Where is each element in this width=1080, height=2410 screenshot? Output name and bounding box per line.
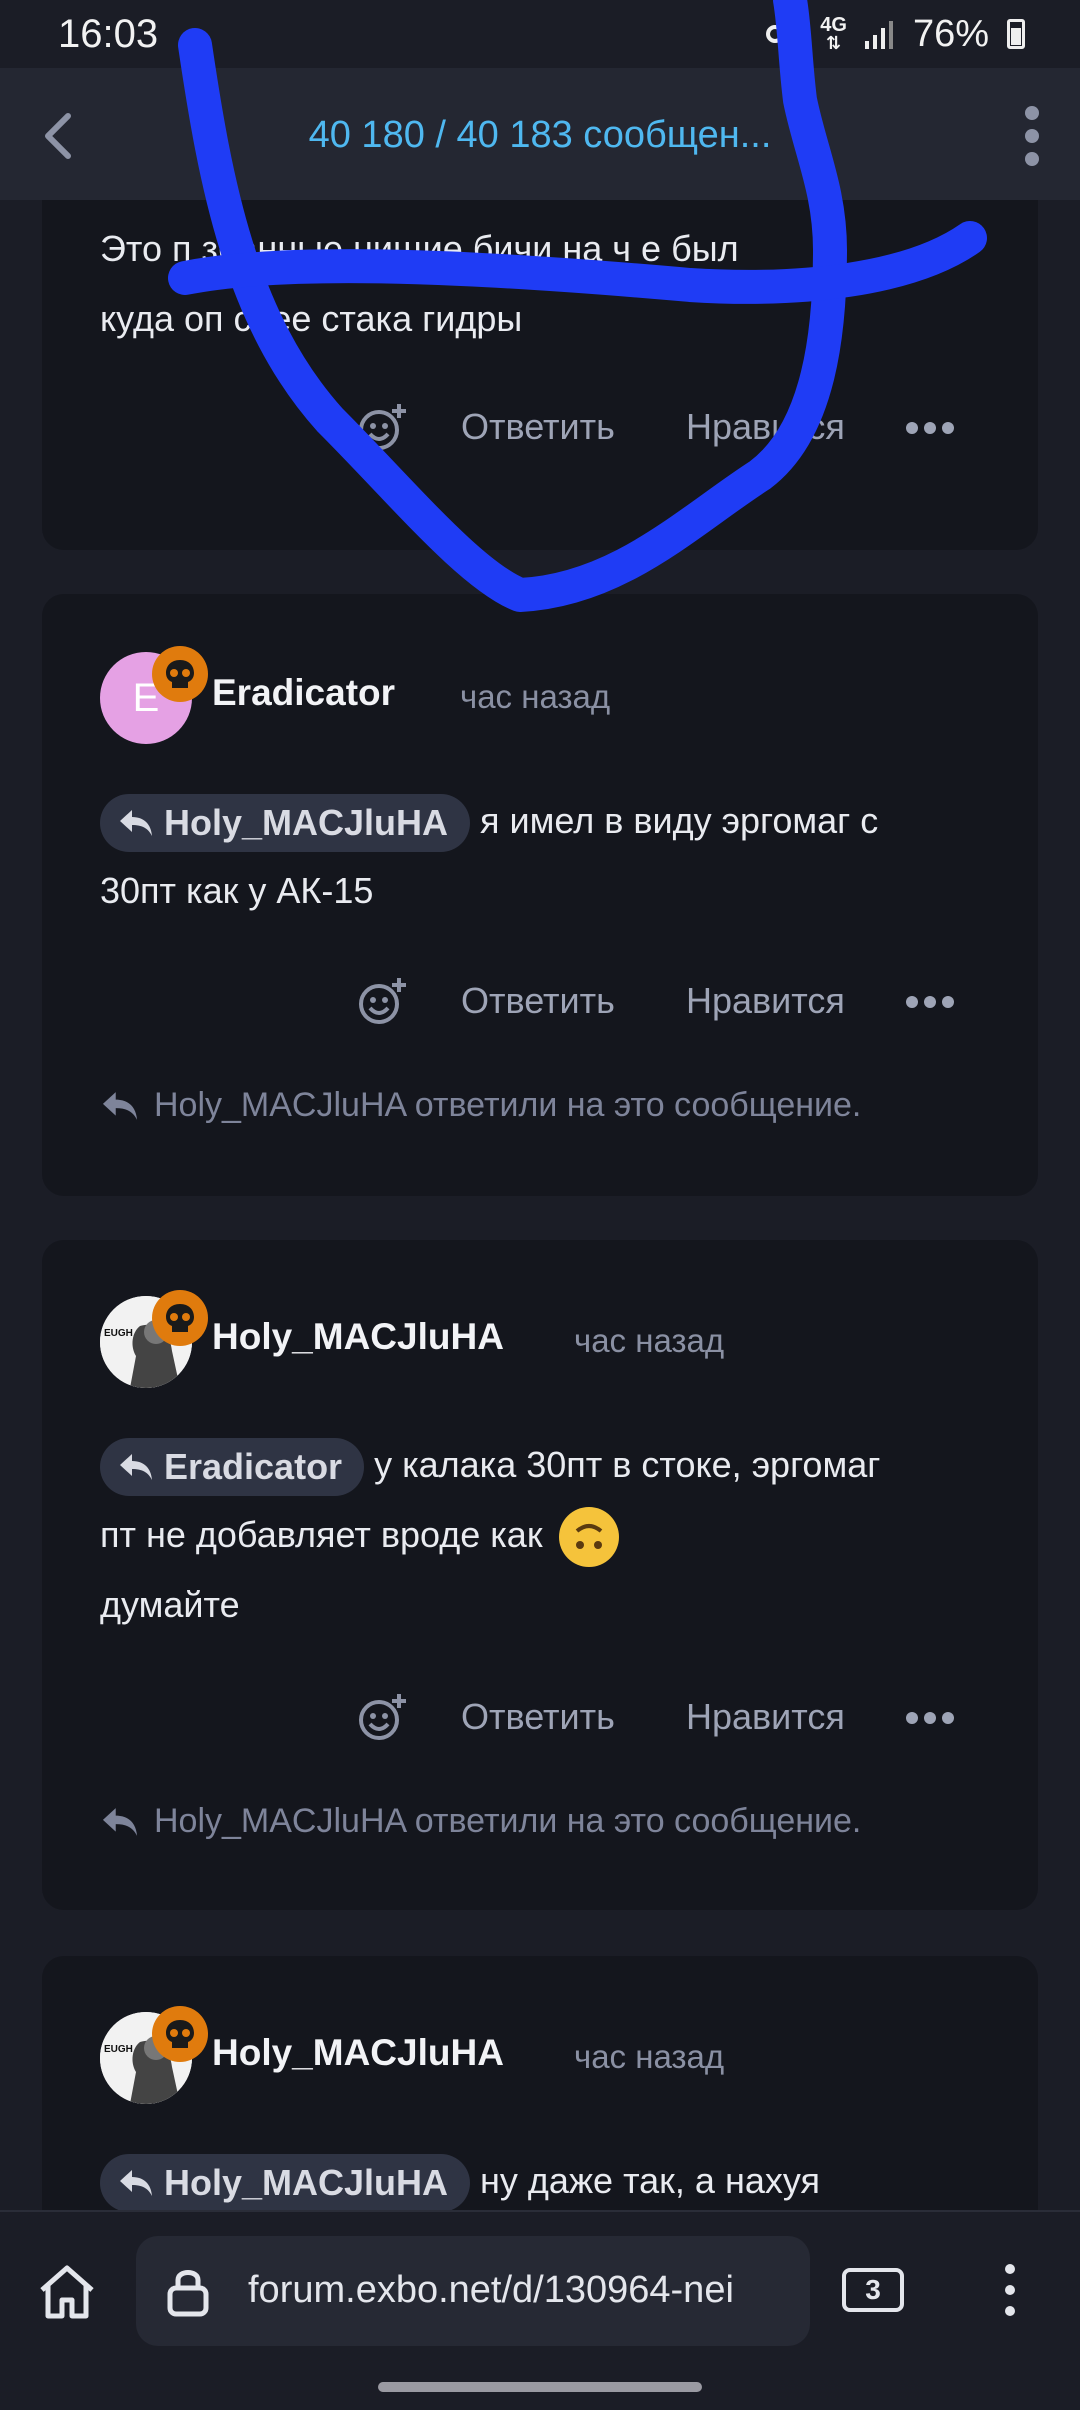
reply-mention[interactable]: Holy_MACJluHA <box>100 794 471 853</box>
replied-notice[interactable]: Holy_MACJluHA ответили на это сообщение. <box>100 1086 861 1125</box>
post-actions: Ответить Нравится <box>42 1688 1038 1748</box>
skull-badge-icon <box>152 1290 208 1346</box>
post-actions: Ответить Нравится <box>42 398 1038 458</box>
top-app-bar: 40 180 / 40 183 сообщен... <box>0 68 1080 200</box>
post-more-button[interactable] <box>906 1712 954 1724</box>
post-body: Eradicator у калака 30пт в стоке, эргома… <box>100 1430 998 1640</box>
add-reaction-icon[interactable] <box>357 402 409 454</box>
more-options-button[interactable] <box>1020 106 1044 166</box>
post-header: EUGH Holy_MACJluHA час назад <box>100 1290 1000 1388</box>
like-button[interactable]: Нравится <box>686 406 845 448</box>
post-card: Это п збанные нищие бичи на ч е был куда… <box>42 200 1038 550</box>
reply-arrow-icon <box>120 2170 152 2197</box>
post-time[interactable]: час назад <box>460 678 610 716</box>
reply-button[interactable]: Ответить <box>461 1696 615 1738</box>
home-icon[interactable] <box>36 2260 98 2322</box>
svg-text:EUGH: EUGH <box>104 2044 133 2055</box>
post-card: E Eradicator час назад Holy_MACJluHA я и… <box>42 594 1038 1196</box>
dot-icon <box>1025 106 1039 120</box>
username[interactable]: Holy_MACJluHA <box>212 1316 504 1358</box>
dot-icon <box>1025 152 1039 166</box>
reply-arrow-icon <box>120 810 152 837</box>
post-header: EUGH Holy_MACJluHA час назад <box>100 2006 1000 2104</box>
dot-icon <box>1025 129 1039 143</box>
address-bar[interactable]: forum.exbo.net/d/130964-nei <box>136 2236 810 2346</box>
reply-button[interactable]: Ответить <box>461 980 615 1022</box>
post-more-button[interactable] <box>906 422 954 434</box>
battery-percent: 76% <box>912 12 989 55</box>
lock-icon <box>167 2270 209 2317</box>
post-card: EUGH Holy_MACJluHA час назад Eradicator … <box>42 1240 1038 1910</box>
signal-icon <box>864 21 893 49</box>
gesture-bar[interactable] <box>378 2382 702 2392</box>
browser-menu-button[interactable] <box>1005 2264 1019 2316</box>
svg-text:EUGH: EUGH <box>104 1328 133 1339</box>
reply-arrow-icon <box>120 1454 152 1481</box>
post-body: Holy_MACJluHA я имел в виду эргомаг с 30… <box>100 786 998 926</box>
username[interactable]: Eradicator <box>212 672 395 714</box>
add-reaction-icon[interactable] <box>357 1692 409 1744</box>
reply-mention[interactable]: Holy_MACJluHA <box>100 2154 471 2213</box>
username[interactable]: Holy_MACJluHA <box>212 2032 504 2074</box>
like-button[interactable]: Нравится <box>686 980 845 1022</box>
url-text: forum.exbo.net/d/130964-nei <box>248 2269 734 2311</box>
key-icon <box>766 25 802 43</box>
reply-arrow-icon <box>102 1091 138 1120</box>
battery-icon <box>1007 19 1025 49</box>
post-time[interactable]: час назад <box>574 2038 724 2076</box>
reply-mention[interactable]: Eradicator <box>100 1438 365 1497</box>
tab-switcher-button[interactable]: 3 <box>842 2268 904 2312</box>
post-body: Holy_MACJluHA ну даже так, а нахуя <box>100 2146 998 2216</box>
post-body: Это п збанные нищие бичи на ч е был куда… <box>100 228 739 339</box>
browser-toolbar: forum.exbo.net/d/130964-nei 3 <box>0 2210 1080 2410</box>
status-time: 16:03 <box>58 11 159 56</box>
post-actions: Ответить Нравится <box>42 972 1038 1032</box>
post-time[interactable]: час назад <box>574 1322 724 1360</box>
add-reaction-icon[interactable] <box>357 976 409 1028</box>
like-button[interactable]: Нравится <box>686 1696 845 1738</box>
skull-badge-icon <box>152 2006 208 2062</box>
post-more-button[interactable] <box>906 996 954 1008</box>
reply-button[interactable]: Ответить <box>461 406 615 448</box>
replied-notice[interactable]: Holy_MACJluHA ответили на это сообщение. <box>100 1802 861 1841</box>
upside-down-face-emoji-icon <box>558 1507 619 1568</box>
page-title[interactable]: 40 180 / 40 183 сообщен... <box>0 114 1080 157</box>
status-icons: 4G ⇅ 76% <box>766 13 1025 56</box>
network-indicator: 4G ⇅ <box>820 14 847 53</box>
status-bar: 16:03 4G ⇅ 76% <box>0 0 1080 68</box>
post-header: E Eradicator час назад <box>100 646 1000 744</box>
skull-badge-icon <box>152 646 208 702</box>
reply-arrow-icon <box>102 1807 138 1836</box>
